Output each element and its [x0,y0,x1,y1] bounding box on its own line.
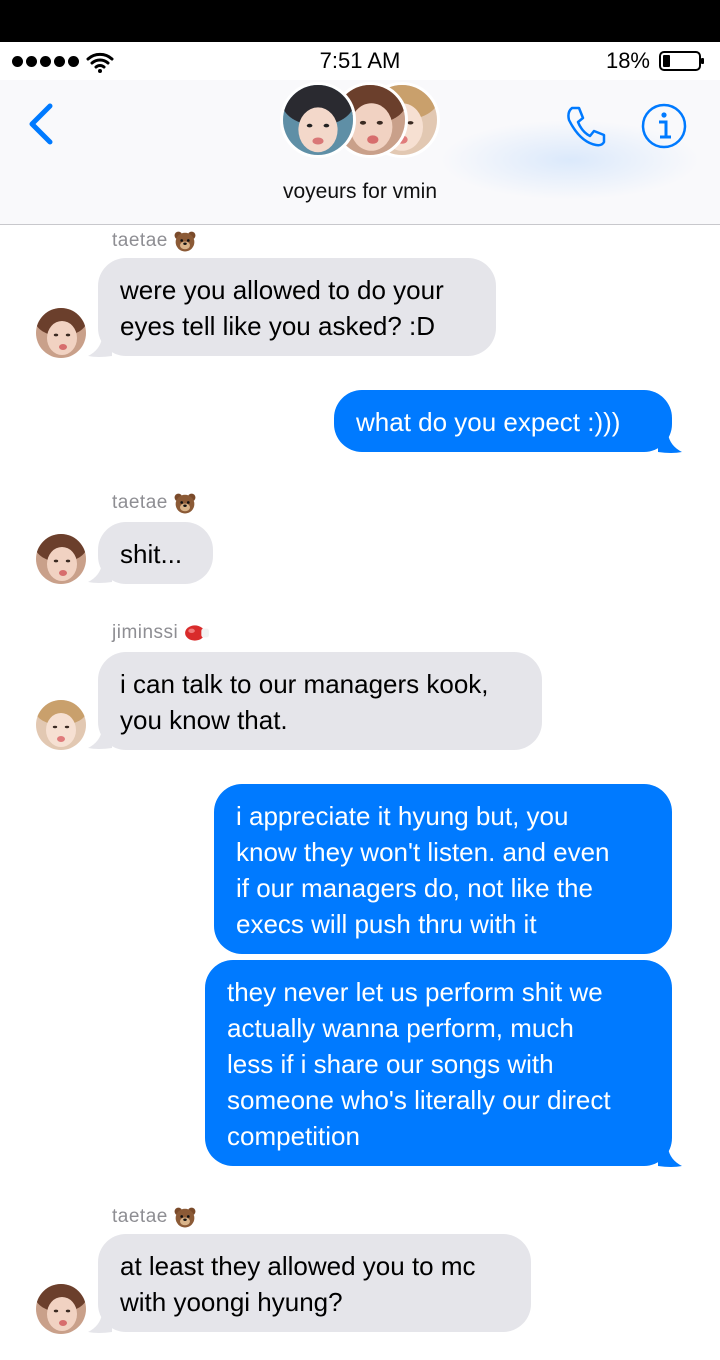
info-icon[interactable] [640,102,688,150]
sender-name: taetae [112,230,196,252]
battery-icon [659,51,704,71]
group-avatar-1 [280,82,356,158]
avatar[interactable] [36,308,86,358]
status-bar: 7:51 AM 18% [0,42,720,80]
battery-percentage: 18% [605,48,650,73]
outgoing-message-bubble[interactable]: they never let us perform shit we actual… [205,960,672,1166]
bear-emoji-icon [174,230,196,252]
top-black-bar [0,0,720,42]
bear-emoji-icon [174,492,196,514]
outgoing-message-bubble[interactable]: what do you expect :))) [334,390,672,452]
bear-emoji-icon [174,1206,196,1228]
phone-icon[interactable] [562,102,610,150]
sender-name: jiminssi [112,622,210,644]
avatar[interactable] [36,1284,86,1334]
avatar[interactable] [36,534,86,584]
sender-name: taetae [112,1206,196,1228]
back-chevron-icon[interactable] [26,102,58,146]
incoming-message-bubble[interactable]: shit... [98,522,213,584]
group-name[interactable]: voyeurs for vmin [0,180,720,204]
outgoing-message-bubble[interactable]: i appreciate it hyung but, you know they… [214,784,672,954]
group-avatars[interactable] [280,80,450,162]
incoming-message-bubble[interactable]: at least they allowed you to mc with yoo… [98,1234,531,1332]
conversation-header: voyeurs for vmin [0,80,720,225]
avatar[interactable] [36,700,86,750]
incoming-message-bubble[interactable]: were you allowed to do your eyes tell li… [98,258,496,356]
incoming-message-bubble[interactable]: i can talk to our managers kook, you kno… [98,652,542,750]
sender-name: taetae [112,492,196,514]
boxing-glove-emoji-icon [184,624,210,642]
